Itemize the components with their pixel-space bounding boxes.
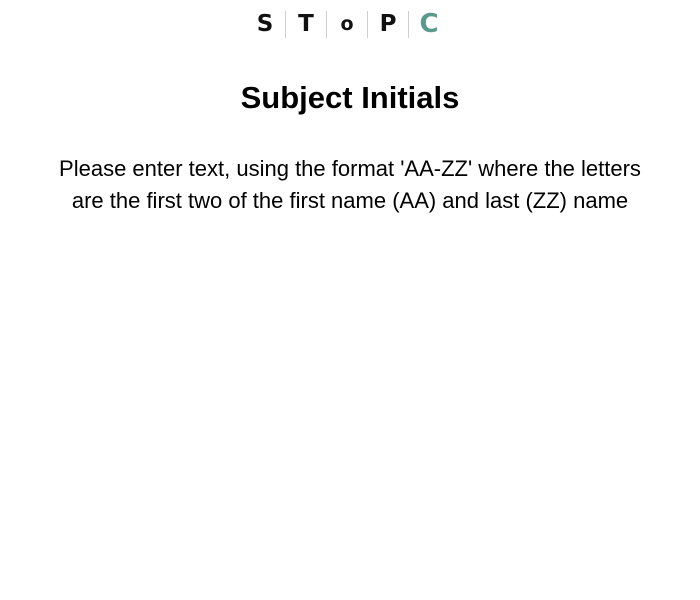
logo-letter-c: C (419, 9, 439, 39)
page-title: Subject Initials (240, 80, 460, 115)
logo-letter-s: S (256, 11, 274, 37)
instructions-text: Please enter text, using the format 'AA-… (59, 156, 641, 213)
logo-letters: S T o P C (245, 11, 449, 38)
logo-letter-t: T (298, 11, 314, 37)
logo-letter-p: P (379, 11, 397, 37)
logo: S T o P C (0, 11, 700, 38)
logo-letter-o: o (340, 13, 354, 35)
